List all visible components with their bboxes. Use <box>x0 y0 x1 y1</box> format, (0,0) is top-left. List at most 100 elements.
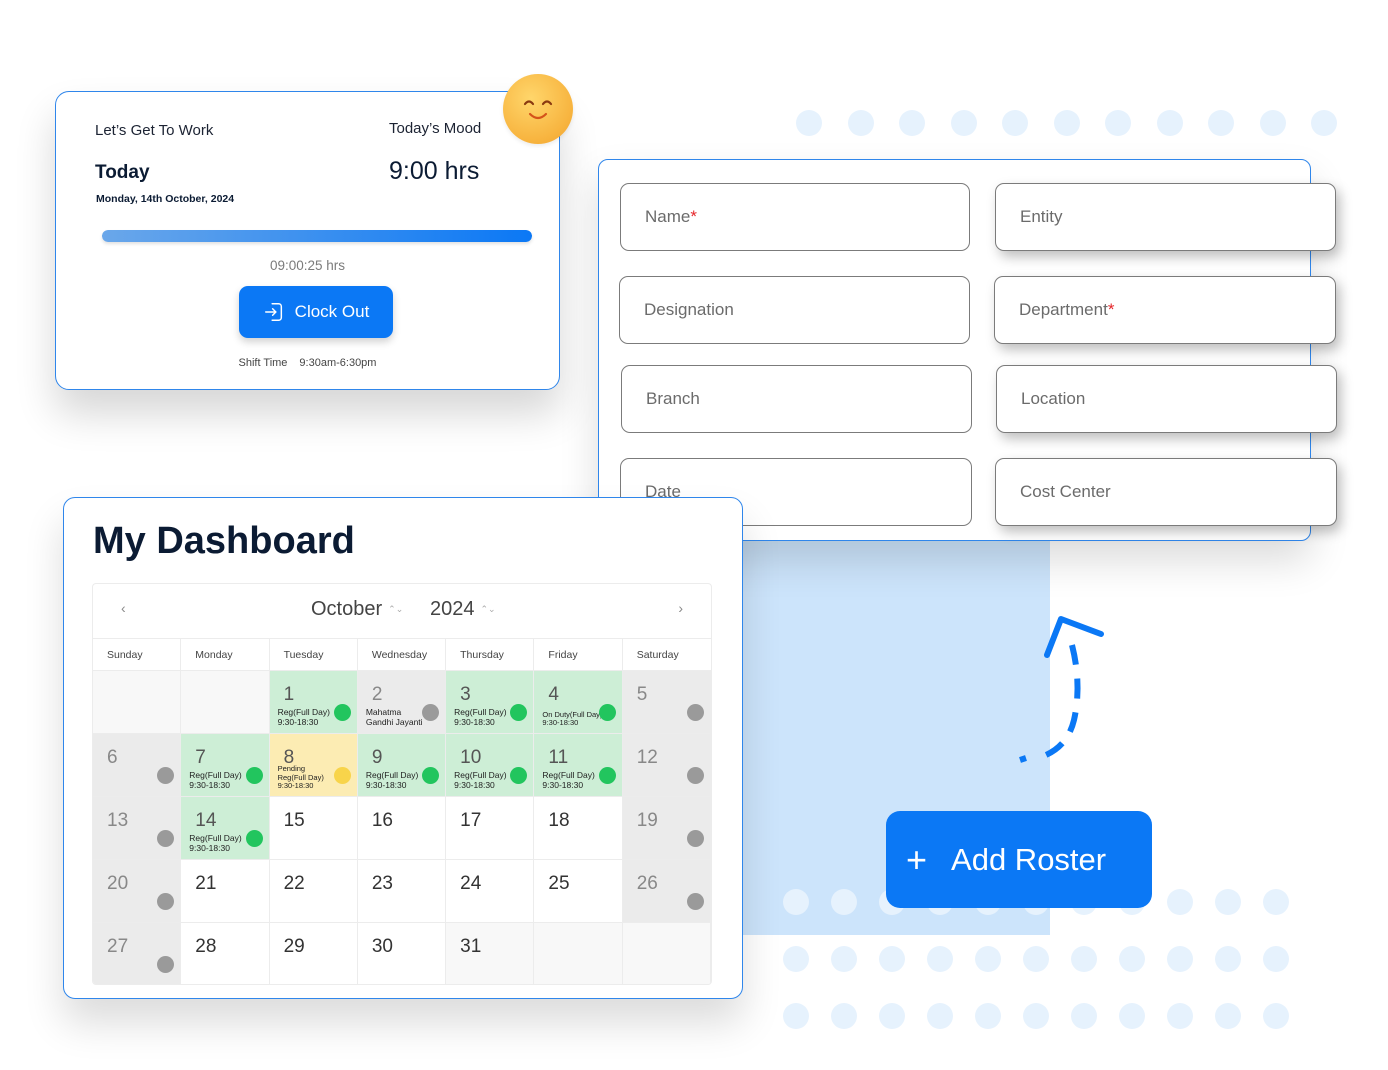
field-label: Designation <box>644 300 734 319</box>
decor-dot <box>975 946 1001 972</box>
calendar-day-11[interactable]: 11 Reg(Full Day) 9:30-18:30 <box>534 734 623 797</box>
weekday-label: Wednesday <box>358 639 447 670</box>
calendar-day-6[interactable]: 6 <box>93 734 182 797</box>
decor-dot <box>1071 946 1097 972</box>
dot-pattern-bottom <box>783 889 1289 1029</box>
day-number: 5 <box>636 684 648 705</box>
decor-dot <box>899 110 925 136</box>
weekday-label: Saturday <box>636 649 679 661</box>
required-marker: * <box>690 207 697 226</box>
decor-dot <box>879 946 905 972</box>
location-field[interactable]: Location <box>996 365 1337 433</box>
weekday-header: Sunday Monday Tuesday Wednesday Thursday Frid… <box>93 639 711 671</box>
attendance-calendar: ‹ October ⌃⌄ 2024 ⌃⌄ › Sunday Monday Tuesday… <box>92 583 712 985</box>
decor-dot <box>783 1003 809 1029</box>
calendar-day-16[interactable]: 16 <box>357 797 447 860</box>
calendar-day-27[interactable]: 27 <box>93 923 182 984</box>
decor-dot <box>1105 110 1131 136</box>
calendar-day-25[interactable]: 25 <box>534 860 623 923</box>
day-number: 20 <box>107 873 129 894</box>
designation-field[interactable]: Designation <box>619 276 970 344</box>
decor-dot <box>847 110 874 136</box>
department-field[interactable]: Department * <box>994 276 1336 344</box>
calendar-day-8[interactable]: 8 Pending Reg(Full Day) 9:30-18:30 <box>269 734 358 797</box>
calendar-day-1[interactable]: 1 Reg(Full Day) 9:30-18:30 <box>269 671 358 734</box>
calendar-empty-cell <box>93 671 182 734</box>
note-line: 9:30-18:30 <box>454 779 495 790</box>
month-label: October <box>311 598 383 620</box>
day-number: 22 <box>283 873 305 894</box>
status-green-dot-icon <box>510 767 528 784</box>
decor-dot <box>783 889 809 915</box>
calendar-day-4[interactable]: 4 On Duty(Full Day) 9:30-18:30 <box>534 671 623 734</box>
decor-dot <box>783 946 809 972</box>
smiley-face-icon[interactable] <box>503 74 573 144</box>
calendar-day-20[interactable]: 20 <box>93 860 182 923</box>
field-label: Cost Center <box>1020 482 1111 501</box>
day-number: 7 <box>195 747 206 768</box>
day-number: 28 <box>195 936 217 957</box>
decor-dot <box>1119 946 1145 972</box>
calendar-day-30[interactable]: 30 <box>357 923 447 984</box>
clock-out-button[interactable]: Clock Out <box>239 286 393 338</box>
day-number: 14 <box>195 810 217 831</box>
calendar-day-24[interactable]: 24 <box>446 860 535 923</box>
calendar-day-29[interactable]: 29 <box>269 923 358 984</box>
day-number: 17 <box>460 810 482 831</box>
calendar-empty-cell <box>181 671 270 734</box>
calendar-day-12[interactable]: 12 <box>622 734 711 797</box>
decor-dot <box>1263 946 1289 972</box>
decor-dot <box>1215 889 1241 915</box>
calendar-day-2[interactable]: 2 Mahatma Gandhi Jayanti <box>357 671 447 734</box>
day-status-note: Reg(Full Day) 9:30-18:30 <box>189 833 241 853</box>
field-label: Department <box>1019 300 1108 319</box>
today-label: Today <box>95 162 150 183</box>
calendar-header: ‹ October ⌃⌄ 2024 ⌃⌄ › <box>93 584 711 639</box>
calendar-day-9[interactable]: 9 Reg(Full Day) 9:30-18:30 <box>357 734 447 797</box>
calendar-day-21[interactable]: 21 <box>181 860 270 923</box>
field-label: Name <box>645 207 691 226</box>
calendar-day-26[interactable]: 26 <box>622 860 711 923</box>
calendar-day-5[interactable]: 5 <box>622 671 711 734</box>
status-gray-dot-icon <box>686 830 704 847</box>
day-number: 3 <box>460 684 471 705</box>
calendar-day-19[interactable]: 19 <box>622 797 711 860</box>
decor-dot <box>1263 1003 1289 1029</box>
field-label: Entity <box>1020 207 1063 226</box>
calendar-day-28[interactable]: 28 <box>181 923 270 984</box>
add-roster-label: Add Roster <box>951 841 1107 877</box>
next-month-icon[interactable]: › <box>678 600 683 616</box>
name-field[interactable]: Name * <box>620 183 970 251</box>
calendar-day-13[interactable]: 13 <box>93 797 182 860</box>
calendar-day-31[interactable]: 31 <box>446 923 535 984</box>
calendar-day-23[interactable]: 23 <box>357 860 447 923</box>
hours-worked: 9:00 hrs <box>389 157 480 185</box>
add-roster-button[interactable]: + Add Roster <box>886 811 1152 908</box>
calendar-day-18[interactable]: 18 <box>534 797 623 860</box>
decor-dot <box>831 1003 857 1029</box>
calendar-day-14[interactable]: 14 Reg(Full Day) 9:30-18:30 <box>181 797 270 860</box>
day-number: 13 <box>107 810 129 831</box>
curved-arrow-icon <box>1019 616 1104 763</box>
entity-field[interactable]: Entity <box>995 183 1336 251</box>
day-status-note: Reg(Full Day) 9:30-18:30 <box>366 770 418 790</box>
day-number: 1 <box>283 684 295 705</box>
shift-time: 9:30am-6:30pm <box>299 357 377 369</box>
status-yellow-dot-icon <box>333 767 351 784</box>
year-select[interactable]: 2024 ⌃⌄ <box>430 598 496 621</box>
calendar-day-17[interactable]: 17 <box>446 797 535 860</box>
cost-center-field[interactable]: Cost Center <box>995 458 1337 526</box>
decor-dot <box>1023 1003 1049 1029</box>
decor-dot <box>950 110 977 136</box>
calendar-day-22[interactable]: 22 <box>269 860 358 923</box>
calendar-empty-cell <box>622 923 711 984</box>
shift-info: Shift Time 9:30am-6:30pm <box>56 357 559 369</box>
calendar-day-3[interactable]: 3 Reg(Full Day) 9:30-18:30 <box>446 671 535 734</box>
calendar-day-10[interactable]: 10 Reg(Full Day) 9:30-18:30 <box>446 734 535 797</box>
day-number: 6 <box>107 747 118 768</box>
branch-field[interactable]: Branch <box>621 365 972 433</box>
prev-month-icon[interactable]: ‹ <box>121 600 126 616</box>
calendar-day-7[interactable]: 7 Reg(Full Day) 9:30-18:30 <box>181 734 270 797</box>
calendar-day-15[interactable]: 15 <box>269 797 358 860</box>
month-select[interactable]: October ⌃⌄ <box>311 598 403 621</box>
